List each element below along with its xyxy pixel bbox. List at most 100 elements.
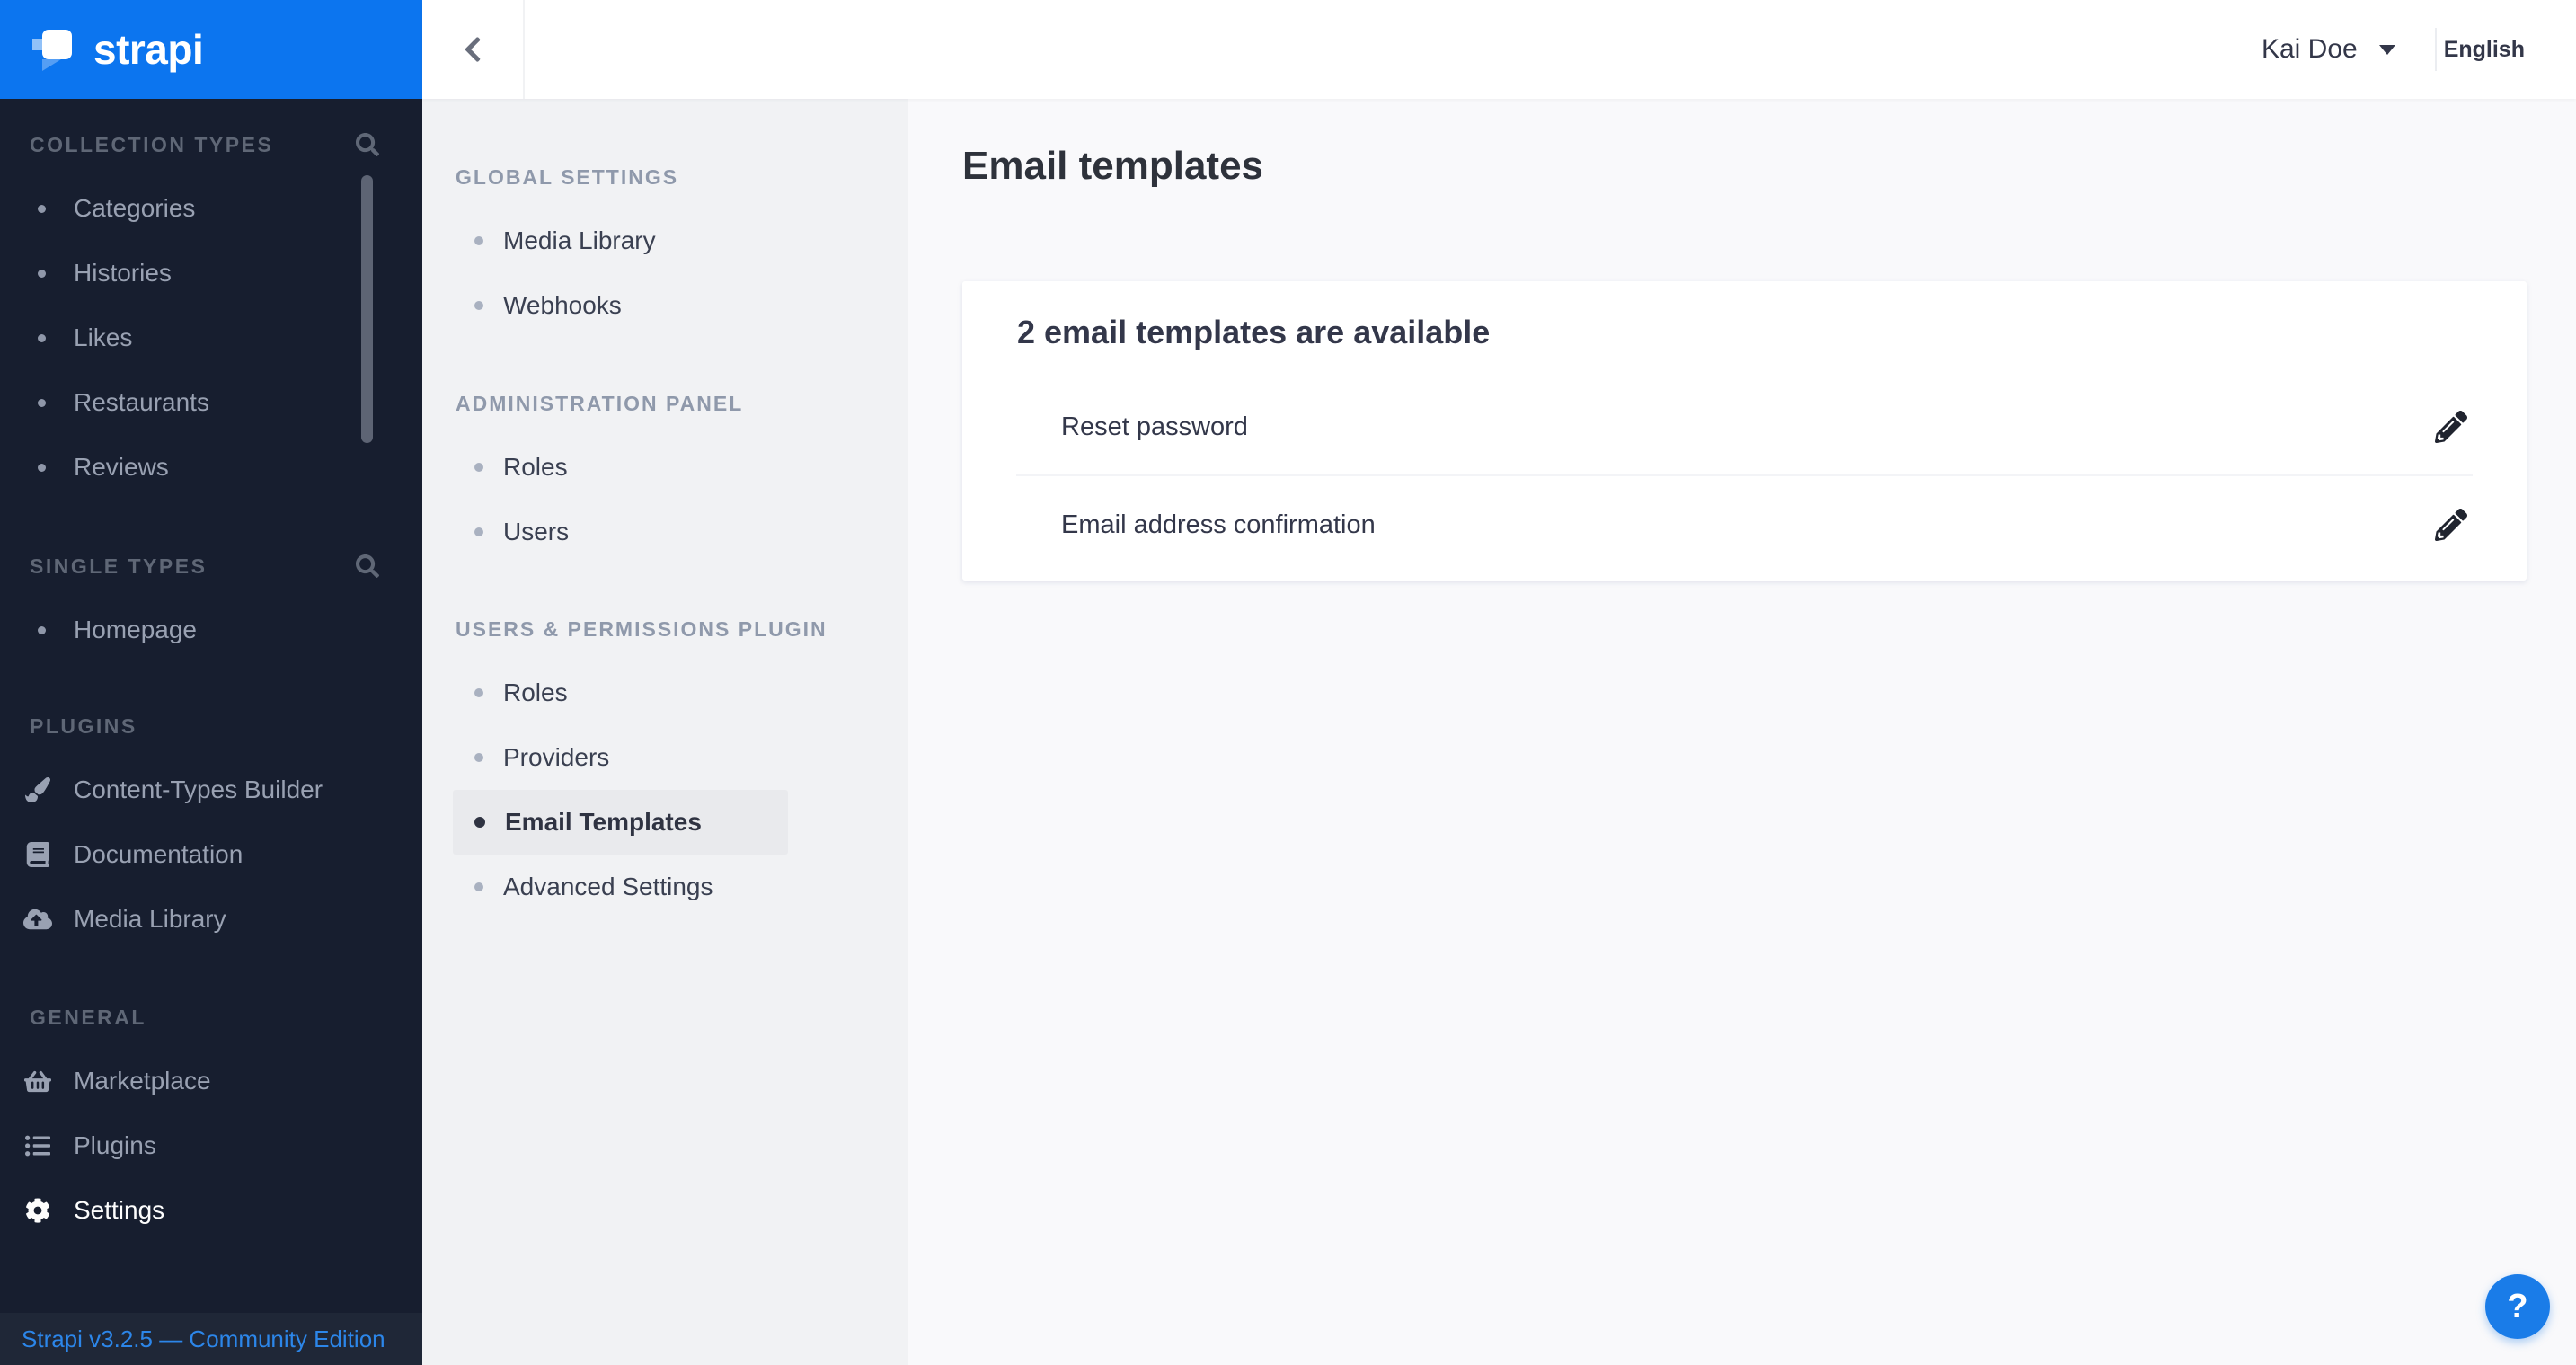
gear-icon (23, 1198, 52, 1223)
strapi-version-link[interactable]: Strapi v3.2.5 — Community Edition (22, 1325, 385, 1353)
settings-section-global: GLOBAL SETTINGS Media Library Webhooks (422, 146, 908, 338)
template-row-email-confirmation: Email address confirmation (1016, 476, 2473, 573)
sidebar-item-homepage[interactable]: Homepage (0, 598, 422, 662)
settings-item-providers[interactable]: Providers (453, 725, 788, 790)
sidebar-item-label: Histories (74, 259, 172, 287)
page-title: Email templates (962, 144, 1264, 188)
bullet-icon (474, 463, 483, 472)
sidebar-item-label: Documentation (74, 840, 243, 868)
strapi-logo[interactable]: strapi (0, 0, 422, 99)
sidebar-item-documentation[interactable]: Documentation (0, 822, 422, 887)
sidebar-item-label: Media Library (74, 905, 226, 933)
sidebar-item-settings[interactable]: Settings (0, 1178, 422, 1243)
settings-item-label: Providers (503, 743, 610, 771)
settings-item-label: Roles (503, 453, 568, 481)
bullet-icon (38, 625, 46, 634)
bullet-icon (38, 269, 46, 278)
settings-item-label: Users (503, 518, 570, 545)
main-sidebar: strapi COLLECTION TYPES Categories Histo… (0, 0, 422, 1365)
paintbrush-icon (23, 777, 52, 802)
edit-reset-password-button[interactable] (2431, 407, 2471, 447)
bullet-icon (474, 753, 483, 762)
settings-item-up-roles[interactable]: Roles (453, 660, 788, 725)
cloud-upload-icon (23, 908, 52, 931)
administration-panel-header-label: ADMINISTRATION PANEL (456, 391, 744, 415)
sidebar-scrollbar-thumb[interactable] (361, 175, 373, 443)
bullet-icon (474, 301, 483, 310)
settings-sidebar: GLOBAL SETTINGS Media Library Webhooks A… (422, 99, 908, 1365)
search-icon[interactable] (356, 133, 379, 156)
template-row-reset-password: Reset password (1016, 379, 2473, 476)
general-header-label: GENERAL (30, 1005, 146, 1029)
template-label: Email address confirmation (1061, 510, 1376, 539)
list-icon (23, 1133, 52, 1158)
sidebar-item-label: Marketplace (74, 1067, 211, 1095)
user-area: Kai Doe English (2262, 0, 2525, 99)
sidebar-item-label: Homepage (74, 616, 197, 643)
sidebar-item-label: Plugins (74, 1131, 156, 1159)
sidebar-item-media-library[interactable]: Media Library (0, 887, 422, 952)
language-selector[interactable]: English (2444, 37, 2525, 63)
global-settings-header-label: GLOBAL SETTINGS (456, 164, 679, 189)
basket-icon (23, 1069, 52, 1094)
sidebar-item-categories[interactable]: Categories (0, 176, 422, 241)
sidebar-item-plugins[interactable]: Plugins (0, 1113, 422, 1178)
bullet-icon (474, 882, 483, 891)
user-menu[interactable]: Kai Doe (2262, 34, 2358, 65)
settings-item-label: Webhooks (503, 291, 622, 319)
strapi-logo-icon (31, 27, 74, 72)
sidebar-section-plugins: PLUGINS Content-Types Builder Documentat… (0, 695, 422, 952)
topbar: Kai Doe English (422, 0, 2576, 99)
search-icon[interactable] (356, 554, 379, 578)
bullet-icon (474, 817, 485, 828)
back-button[interactable] (422, 0, 525, 99)
edit-email-confirmation-button[interactable] (2431, 505, 2471, 545)
settings-section-admin-panel: ADMINISTRATION PANEL Roles Users (422, 372, 908, 564)
plugins-header-label: PLUGINS (30, 714, 137, 738)
bullet-icon (38, 204, 46, 213)
email-templates-card: 2 email templates are available Reset pa… (962, 281, 2527, 581)
global-settings-header: GLOBAL SETTINGS (422, 146, 908, 208)
bullet-icon (38, 333, 46, 342)
sidebar-item-histories[interactable]: Histories (0, 241, 422, 306)
sidebar-item-content-types-builder[interactable]: Content-Types Builder (0, 758, 422, 822)
strapi-admin-app: strapi COLLECTION TYPES Categories Histo… (0, 0, 2576, 1365)
settings-item-admin-users[interactable]: Users (453, 500, 788, 564)
single-types-header-label: SINGLE TYPES (30, 554, 208, 578)
help-button[interactable]: ? (2485, 1274, 2550, 1339)
sidebar-footer: Strapi v3.2.5 — Community Edition (0, 1313, 422, 1365)
brand-wordmark: strapi (93, 26, 204, 73)
collection-types-header: COLLECTION TYPES (0, 113, 422, 176)
users-permissions-header: USERS & PERMISSIONS PLUGIN (422, 598, 908, 660)
sidebar-item-reviews[interactable]: Reviews (0, 435, 422, 500)
card-title: 2 email templates are available (1017, 314, 1491, 350)
settings-item-advanced-settings[interactable]: Advanced Settings (453, 855, 788, 919)
settings-item-media-library[interactable]: Media Library (453, 208, 788, 273)
bullet-icon (474, 236, 483, 245)
administration-panel-header: ADMINISTRATION PANEL (422, 372, 908, 435)
sidebar-item-marketplace[interactable]: Marketplace (0, 1049, 422, 1113)
book-icon (23, 842, 52, 867)
settings-item-label: Media Library (503, 226, 656, 254)
settings-section-users-permissions: USERS & PERMISSIONS PLUGIN Roles Provide… (422, 598, 908, 919)
pencil-icon (2435, 411, 2467, 443)
sidebar-item-restaurants[interactable]: Restaurants (0, 370, 422, 435)
sidebar-section-collection-types: COLLECTION TYPES Categories Histories Li… (0, 113, 422, 500)
settings-item-label: Email Templates (505, 808, 702, 836)
settings-item-webhooks[interactable]: Webhooks (453, 273, 788, 338)
settings-item-admin-roles[interactable]: Roles (453, 435, 788, 500)
sidebar-item-label: Categories (74, 194, 196, 222)
settings-item-email-templates[interactable]: Email Templates (453, 790, 788, 855)
chevron-down-icon[interactable] (2378, 44, 2395, 55)
general-header: GENERAL (0, 986, 422, 1049)
plugins-header: PLUGINS (0, 695, 422, 758)
bullet-icon (474, 688, 483, 697)
sidebar-item-likes[interactable]: Likes (0, 306, 422, 370)
settings-item-label: Roles (503, 678, 568, 706)
single-types-header: SINGLE TYPES (0, 535, 422, 598)
collection-types-header-label: COLLECTION TYPES (30, 132, 274, 156)
chevron-left-icon (464, 35, 482, 64)
bullet-icon (38, 463, 46, 472)
sidebar-item-label: Reviews (74, 453, 169, 481)
sidebar-item-label: Restaurants (74, 388, 209, 416)
